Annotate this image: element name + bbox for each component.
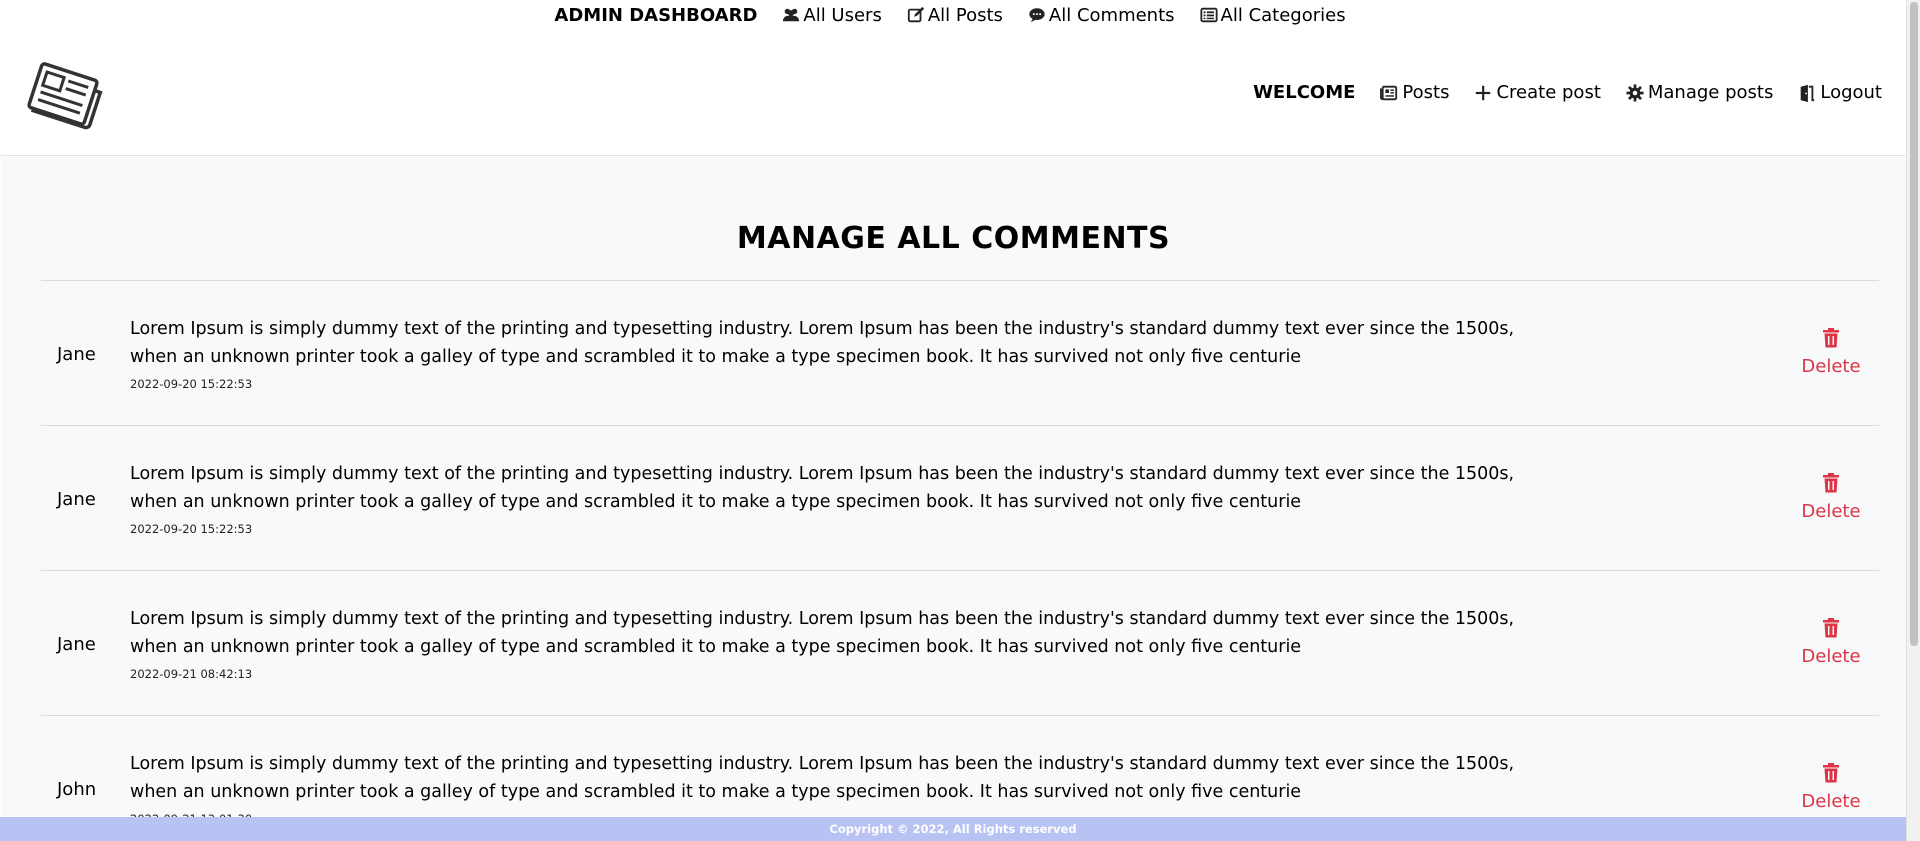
comment-text: Lorem Ipsum is simply dummy text of the … bbox=[130, 464, 1515, 512]
list-icon bbox=[1199, 5, 1219, 25]
comment-author: John bbox=[57, 779, 97, 800]
nav-all-categories-label: All Categories bbox=[1220, 4, 1346, 26]
comment-row: Jane Lorem Ipsum is simply dummy text of… bbox=[41, 570, 1879, 715]
nav-all-comments[interactable]: All Comments bbox=[1027, 5, 1175, 26]
door-icon bbox=[1797, 83, 1817, 103]
nav-all-users[interactable]: All Users bbox=[781, 4, 882, 26]
comment-row: Jane Lorem Ipsum is simply dummy text of… bbox=[41, 425, 1879, 570]
delete-comment-button[interactable]: Delete bbox=[1796, 327, 1866, 377]
page-scrollbar[interactable] bbox=[1906, 0, 1920, 841]
comment-date: 2022-09-21 08:42:13 bbox=[130, 667, 253, 681]
trash-icon bbox=[1821, 617, 1841, 646]
admin-dashboard-title: ADMIN DASHBOARD bbox=[554, 4, 758, 26]
nav-all-posts-label: All Posts bbox=[927, 4, 1003, 26]
nav-logout-label: Logout bbox=[1820, 82, 1882, 103]
main-nav: WELCOME Posts Create post Manage posts L… bbox=[1253, 82, 1882, 103]
comment-author: Jane bbox=[57, 489, 96, 510]
welcome-text: WELCOME bbox=[1253, 82, 1356, 103]
comment-date: 2022-09-20 15:22:53 bbox=[130, 377, 253, 391]
comment-row: Jane Lorem Ipsum is simply dummy text of… bbox=[41, 280, 1879, 425]
comments-list: Jane Lorem Ipsum is simply dummy text of… bbox=[41, 280, 1879, 841]
nav-manage-posts[interactable]: Manage posts bbox=[1625, 82, 1773, 103]
edit-icon bbox=[906, 5, 926, 25]
nav-posts[interactable]: Posts bbox=[1379, 82, 1449, 103]
nav-create-post-label: Create post bbox=[1496, 82, 1601, 103]
trash-icon bbox=[1821, 762, 1841, 791]
delete-label: Delete bbox=[1801, 501, 1861, 522]
nav-all-users-label: All Users bbox=[803, 4, 882, 26]
scrollbar-thumb[interactable] bbox=[1910, 2, 1918, 646]
nav-all-comments-label: All Comments bbox=[1048, 4, 1175, 26]
main-content: MANAGE ALL COMMENTS Jane Lorem Ipsum is … bbox=[1, 157, 1906, 841]
nav-all-categories[interactable]: All Categories bbox=[1199, 5, 1346, 26]
comment-text: Lorem Ipsum is simply dummy text of the … bbox=[130, 319, 1515, 367]
comment-author: Jane bbox=[57, 344, 96, 365]
delete-comment-button[interactable]: Delete bbox=[1796, 472, 1866, 522]
page: ADMIN DASHBOARD All Users All Posts All … bbox=[0, 0, 1920, 841]
copyright-text: Copyright © 2022, All Rights reserved bbox=[829, 822, 1077, 836]
comment-text: Lorem Ipsum is simply dummy text of the … bbox=[130, 754, 1515, 802]
trash-icon bbox=[1821, 472, 1841, 501]
delete-label: Delete bbox=[1801, 646, 1861, 667]
comment-date: 2022-09-20 15:22:53 bbox=[130, 522, 253, 536]
comment-text: Lorem Ipsum is simply dummy text of the … bbox=[130, 609, 1515, 657]
trash-icon bbox=[1821, 327, 1841, 356]
site-header: WELCOME Posts Create post Manage posts L… bbox=[0, 30, 1906, 156]
delete-comment-button[interactable]: Delete bbox=[1796, 762, 1866, 812]
nav-all-posts[interactable]: All Posts bbox=[906, 5, 1003, 26]
nav-logout[interactable]: Logout bbox=[1797, 82, 1882, 103]
users-icon bbox=[781, 5, 801, 25]
nav-create-post[interactable]: Create post bbox=[1473, 82, 1601, 103]
delete-comment-button[interactable]: Delete bbox=[1796, 617, 1866, 667]
newspaper-icon bbox=[1379, 83, 1399, 103]
delete-label: Delete bbox=[1801, 356, 1861, 377]
gear-icon bbox=[1625, 83, 1645, 103]
delete-label: Delete bbox=[1801, 791, 1861, 812]
plus-icon bbox=[1473, 83, 1493, 103]
comment-icon bbox=[1027, 5, 1047, 25]
comment-author: Jane bbox=[57, 634, 96, 655]
nav-posts-label: Posts bbox=[1402, 82, 1450, 103]
newspaper-logo[interactable] bbox=[20, 51, 106, 137]
nav-manage-posts-label: Manage posts bbox=[1647, 82, 1774, 103]
page-title: MANAGE ALL COMMENTS bbox=[736, 221, 1171, 256]
footer: Copyright © 2022, All Rights reserved bbox=[0, 817, 1920, 841]
admin-nav-bar: ADMIN DASHBOARD All Users All Posts All … bbox=[0, 0, 1920, 30]
